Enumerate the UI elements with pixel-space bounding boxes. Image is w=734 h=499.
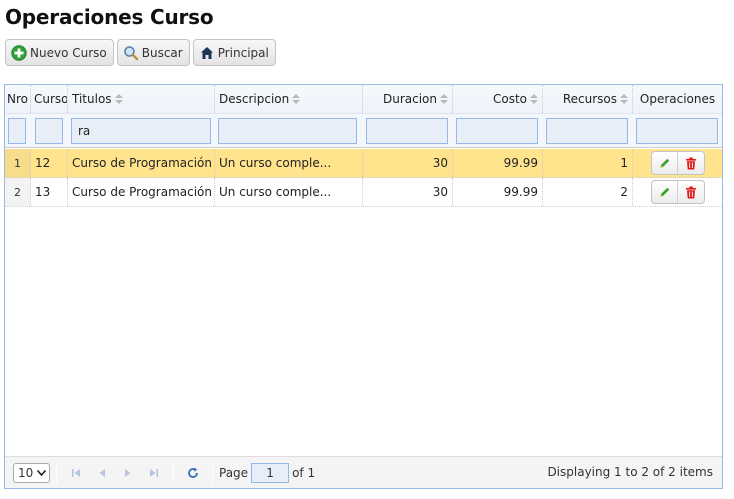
sort-icon [440, 94, 448, 104]
column-header-titulos[interactable]: Titulos [68, 85, 215, 113]
column-label: Recursos [562, 92, 617, 106]
chevron-down-icon [37, 469, 46, 476]
titulo-cell: Curso de Programación en Java [68, 149, 215, 177]
divider [173, 462, 174, 483]
page-size-value: 10 [18, 465, 34, 480]
filter-duracion-input[interactable] [366, 118, 448, 144]
delete-button[interactable] [677, 152, 704, 174]
duracion-cell: 30 [363, 149, 453, 177]
costo-cell: 99.99 [453, 178, 543, 206]
plus-circle-icon [11, 44, 27, 61]
titulo-cell: Curso de Programación en Python [68, 178, 215, 206]
row-number: 1 [5, 149, 31, 177]
page-number-input[interactable]: 1 [251, 462, 290, 483]
next-page-button[interactable] [115, 463, 141, 483]
filter-descripcion-input[interactable] [218, 118, 357, 144]
filter-row: ra [5, 114, 722, 148]
search-button[interactable]: Buscar [116, 39, 190, 66]
filter-operaciones-input[interactable] [636, 118, 718, 144]
column-label: Costo [492, 92, 527, 106]
column-label: Operaciones [639, 92, 716, 106]
row-number: 2 [5, 178, 31, 206]
descripcion-cell: Un curso comple... [215, 149, 363, 177]
new-course-button[interactable]: Nuevo Curso [5, 39, 114, 66]
home-label: Principal [217, 45, 269, 60]
filter-recursos-input[interactable] [546, 118, 628, 144]
magnifier-icon [123, 45, 139, 61]
column-header-costo[interactable]: Costo [453, 85, 543, 113]
descripcion-cell: Un curso comple... [215, 178, 363, 206]
curso-cell: 13 [31, 178, 68, 206]
row-actions [650, 180, 705, 204]
column-label: Titulos [72, 92, 112, 106]
next-page-icon [125, 468, 131, 477]
page-label: Page [219, 465, 249, 480]
edit-button[interactable] [652, 152, 678, 174]
sort-icon [114, 94, 123, 104]
edit-button[interactable] [652, 181, 678, 203]
recursos-cell: 1 [543, 149, 633, 177]
trash-icon [685, 157, 696, 169]
new-course-label: Nuevo Curso [30, 45, 107, 60]
recursos-cell: 2 [543, 178, 633, 206]
divider [56, 462, 57, 483]
trash-icon [685, 186, 696, 198]
home-button[interactable]: Principal [192, 39, 276, 66]
curso-cell: 12 [31, 149, 68, 177]
filter-nro-input[interactable] [8, 118, 26, 144]
filter-costo-input[interactable] [456, 118, 538, 144]
sort-icon [530, 94, 538, 104]
home-icon [199, 45, 215, 61]
search-label: Buscar [141, 45, 183, 60]
refresh-button[interactable] [180, 463, 206, 483]
delete-button[interactable] [677, 181, 704, 203]
page-size-select[interactable]: 10 [13, 462, 50, 483]
sort-icon [292, 94, 301, 104]
courses-grid: Nro Curso Titulos Descripcion Duracion C… [4, 84, 723, 489]
pagination-info: Displaying 1 to 2 of 2 items [547, 465, 713, 479]
first-page-icon [72, 468, 80, 477]
table-row[interactable]: 2 13 Curso de Programación en Python Un … [5, 178, 722, 207]
pencil-icon [659, 187, 669, 197]
column-label: Curso [34, 92, 68, 106]
column-header-operaciones: Operaciones [633, 85, 722, 113]
costo-cell: 99.99 [453, 149, 543, 177]
filter-curso-input[interactable] [35, 118, 63, 144]
grid-header: Nro Curso Titulos Descripcion Duracion C… [5, 85, 722, 114]
column-label: Descripcion [219, 92, 290, 106]
first-page-button[interactable] [63, 463, 89, 483]
column-header-duracion[interactable]: Duracion [363, 85, 453, 113]
last-page-icon [150, 468, 158, 477]
pagination-bar: 10 Page 1 of 1 Displaying 1 to 2 of 2 it… [5, 456, 722, 488]
last-page-button[interactable] [141, 463, 167, 483]
page-title: Operaciones Curso [5, 5, 214, 29]
pencil-icon [659, 158, 669, 168]
table-row[interactable]: 1 12 Curso de Programación en Java Un cu… [5, 149, 722, 178]
operations-cell [633, 149, 722, 177]
column-header-nro: Nro [5, 85, 31, 113]
page-total-label: of 1 [292, 465, 316, 480]
sort-icon [620, 94, 628, 104]
operations-cell [633, 178, 722, 206]
toolbar: Nuevo Curso Buscar Principal [5, 39, 276, 66]
column-label: Nro [7, 92, 28, 106]
prev-page-icon [99, 468, 105, 477]
prev-page-button[interactable] [89, 463, 115, 483]
column-label: Duracion [382, 92, 437, 106]
column-header-curso[interactable]: Curso [31, 85, 68, 113]
refresh-icon [188, 467, 198, 478]
column-header-recursos[interactable]: Recursos [543, 85, 633, 113]
filter-titulos-input[interactable]: ra [71, 118, 211, 144]
duracion-cell: 30 [363, 178, 453, 206]
divider [212, 462, 213, 483]
row-actions [650, 151, 705, 175]
column-header-descripcion[interactable]: Descripcion [215, 85, 363, 113]
